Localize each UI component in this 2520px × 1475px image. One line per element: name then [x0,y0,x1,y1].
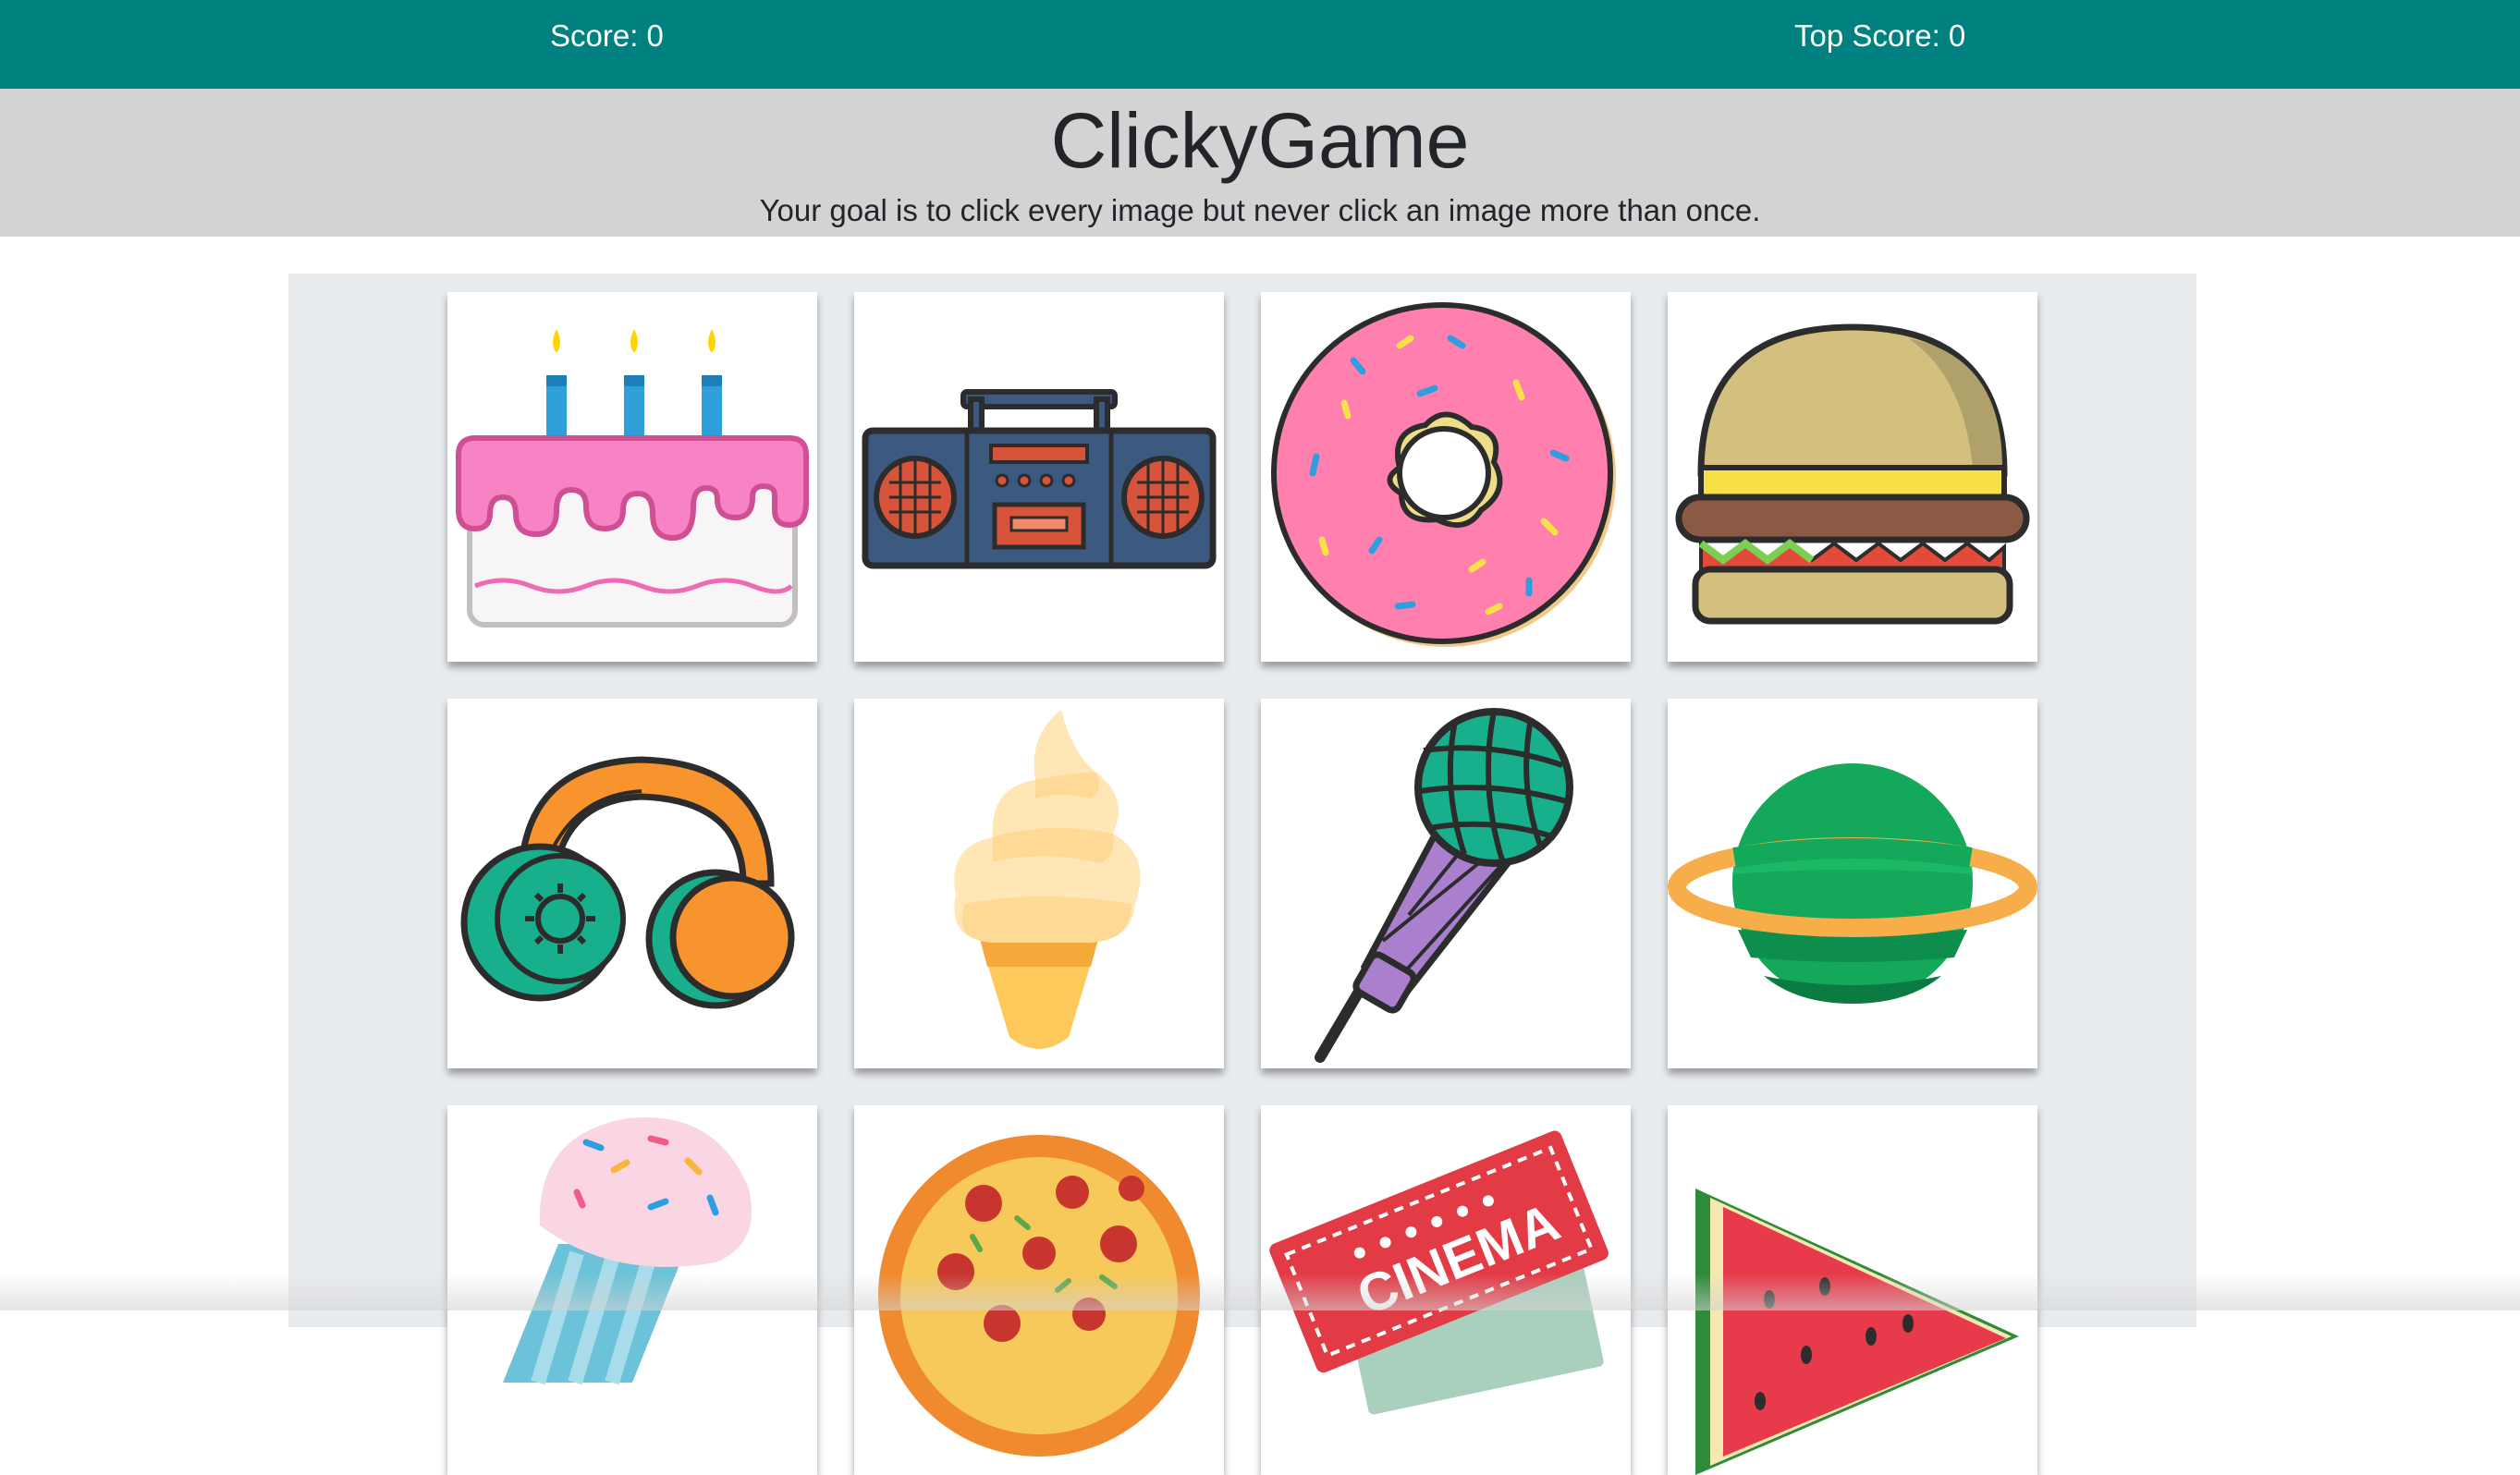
planet-icon [1668,763,2037,1004]
card-boombox[interactable] [854,292,1224,662]
card-popsicle[interactable] [447,1105,817,1475]
card-pizza[interactable] [854,1105,1224,1475]
cinema-tickets-icon: CINEMA [1269,1130,1609,1415]
header-jumbotron: ClickyGame Your goal is to click every i… [0,89,2520,237]
card-microphone[interactable] [1261,699,1631,1068]
card-donut[interactable] [1261,292,1631,662]
hamburger-icon [1675,323,2030,625]
navbar: Score: 0 Top Score: 0 [0,0,2520,89]
pizza-icon [878,1135,1200,1457]
watermelon-slice-icon [1695,1189,2019,1475]
ice-cream-cone-icon [954,710,1141,1049]
microphone-icon [1315,708,1573,1063]
card-birthday-cake[interactable] [447,292,817,662]
donut-icon [1271,302,1616,647]
card-planet[interactable] [1668,699,2037,1068]
card-hamburger[interactable] [1668,292,2037,662]
card-watermelon-slice[interactable] [1668,1105,2037,1475]
score-display: Score: 0 [550,18,664,53]
game-instructions: Your goal is to click every image but ne… [759,193,1761,227]
card-headphones[interactable] [447,699,817,1068]
popsicle-icon [503,1116,752,1385]
top-score-display: Top Score: 0 [1794,18,1966,53]
page-title: ClickyGame [1050,97,1470,184]
birthday-cake-icon [456,329,809,628]
card-ice-cream-cone[interactable] [854,699,1224,1068]
headphones-icon [460,756,795,1009]
game-board: CINEMA [288,274,2196,1475]
boombox-icon [862,389,1217,569]
card-cinema-tickets[interactable]: CINEMA [1261,1105,1631,1475]
